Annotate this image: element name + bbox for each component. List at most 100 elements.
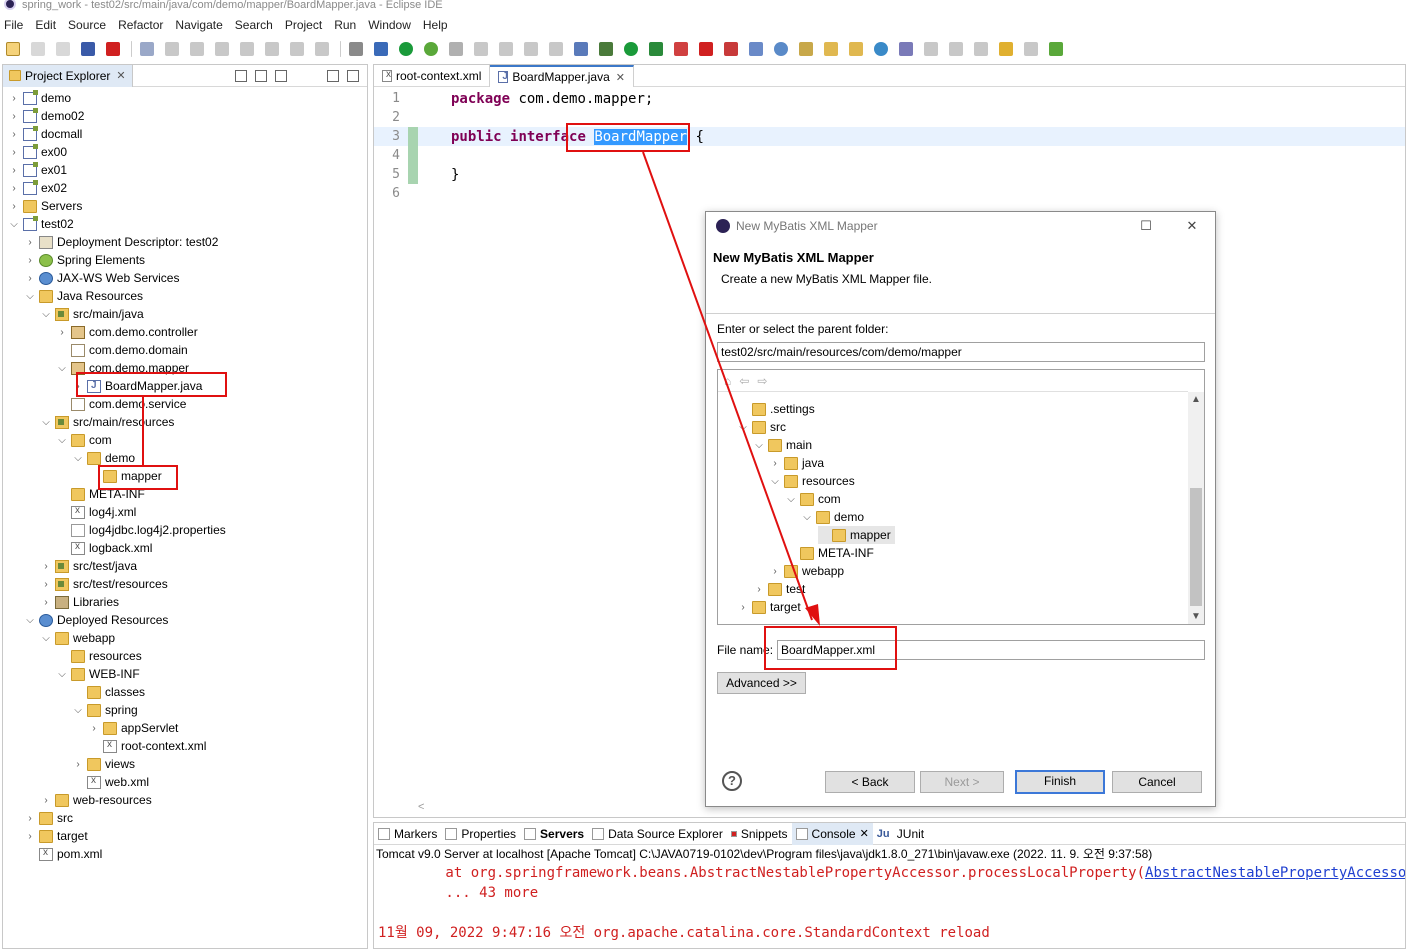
tab-console[interactable]: Console ✕ (791, 823, 873, 845)
folder-tree-item[interactable]: › target (738, 598, 805, 616)
menu-run[interactable]: Run (334, 18, 356, 32)
chevron-up-icon[interactable]: ▲ (1191, 394, 1201, 405)
chevron-right-icon[interactable]: › (41, 561, 51, 572)
folder-tree-item[interactable]: ⌵ com (786, 490, 845, 508)
close-icon[interactable]: ✕ (860, 827, 869, 840)
chevron-right-icon[interactable]: › (9, 201, 19, 212)
tree-item[interactable]: › Deployment Descriptor: test02 (25, 233, 218, 251)
tab-snippets[interactable]: Snippets (727, 823, 792, 845)
chevron-right-icon[interactable]: › (9, 111, 19, 122)
chevron-right-icon[interactable]: › (57, 327, 67, 338)
chevron-right-icon[interactable]: › (9, 183, 19, 194)
start-server-icon[interactable] (399, 42, 413, 56)
folder-tree-item[interactable]: mapper (818, 526, 895, 544)
folder-tree-item[interactable]: .settings (738, 400, 819, 418)
next-button[interactable]: Next > (920, 771, 1004, 793)
forward-arrow-icon[interactable]: ⇨ (757, 374, 767, 388)
chevron-down-icon[interactable]: ⌵ (9, 219, 19, 230)
menu-help[interactable]: Help (423, 18, 448, 32)
chevron-right-icon[interactable]: › (9, 129, 19, 140)
tree-item[interactable]: › docmall (9, 125, 82, 143)
mark-occurrences-icon[interactable] (899, 42, 913, 56)
chevron-right-icon[interactable]: › (25, 255, 35, 266)
chevron-right-icon[interactable]: › (738, 602, 748, 613)
finish-button[interactable]: Finish (1015, 770, 1105, 794)
chevron-right-icon[interactable]: › (770, 566, 780, 577)
terminal-icon[interactable] (81, 42, 95, 56)
maximize-icon[interactable]: ☐ (1123, 218, 1169, 234)
tree-item[interactable]: › JAX-WS Web Services (25, 269, 179, 287)
new-class-icon[interactable] (774, 42, 788, 56)
chevron-down-icon[interactable]: ⌵ (73, 705, 83, 716)
profile-icon[interactable] (724, 42, 738, 56)
link-with-editor-icon[interactable] (255, 69, 267, 82)
tree-item[interactable]: › ex02 (9, 179, 67, 197)
chevron-right-icon[interactable]: › (73, 759, 83, 770)
disconnect-icon[interactable] (240, 42, 254, 56)
tree-item[interactable]: ⌵ Java Resources (25, 287, 143, 305)
stop-icon[interactable] (699, 42, 713, 56)
globe-icon[interactable] (874, 42, 888, 56)
chevron-right-icon[interactable]: › (9, 93, 19, 104)
cancel-button[interactable]: Cancel (1112, 771, 1202, 793)
folder-tree-item[interactable]: ⌵ demo (802, 508, 868, 526)
tree-item[interactable]: log4jdbc.log4j2.properties (57, 521, 226, 539)
chevron-down-icon[interactable]: ⌵ (802, 512, 812, 523)
chevron-down-icon[interactable]: ▼ (1191, 611, 1201, 622)
parent-folder-input[interactable]: test02/src/main/resources/com/demo/mappe… (717, 342, 1205, 362)
scrollbar-thumb[interactable] (1190, 488, 1202, 606)
menu-refactor[interactable]: Refactor (118, 18, 163, 32)
view-menu-icon[interactable] (315, 70, 319, 82)
chevron-down-icon[interactable]: ⌵ (754, 440, 764, 451)
chevron-right-icon[interactable]: › (25, 273, 35, 284)
tree-item[interactable]: › target (25, 827, 87, 845)
menu-navigate[interactable]: Navigate (175, 18, 222, 32)
drop-to-frame-icon[interactable] (349, 42, 363, 56)
home-icon[interactable]: ⌂ (724, 374, 731, 388)
use-step-filters-icon[interactable] (374, 42, 388, 56)
tree-item[interactable]: com.demo.domain (57, 341, 188, 359)
outline-icon[interactable] (524, 42, 538, 56)
tree-item[interactable]: › src (25, 809, 73, 827)
folder-tree-item[interactable]: › webapp (770, 562, 848, 580)
tree-item[interactable]: › ex00 (9, 143, 67, 161)
chevron-right-icon[interactable]: › (770, 458, 780, 469)
tree-item[interactable]: › src/test/java (41, 557, 137, 575)
help-icon[interactable]: ? (722, 771, 742, 791)
save-all-icon[interactable] (56, 42, 70, 56)
step-over-icon[interactable] (290, 42, 304, 56)
open-folder-icon[interactable] (824, 42, 838, 56)
tree-item[interactable]: resources (57, 647, 142, 665)
tab-servers[interactable]: Servers (520, 823, 588, 845)
tree-item[interactable]: log4j.xml (57, 503, 136, 521)
new-spring-icon[interactable] (799, 42, 813, 56)
search-icon[interactable] (474, 42, 488, 56)
tree-scrollbar[interactable]: ▲ ▼ (1188, 392, 1204, 624)
tree-item[interactable]: › demo (9, 89, 71, 107)
close-icon[interactable]: ✕ (116, 69, 125, 82)
tree-item[interactable]: ⌵ src/main/java (41, 305, 143, 323)
previous-annotation-icon[interactable] (949, 42, 963, 56)
chevron-down-icon[interactable]: ⌵ (41, 309, 51, 320)
focus-icon[interactable] (295, 70, 307, 82)
menu-edit[interactable]: Edit (35, 18, 56, 32)
chevron-down-icon[interactable]: ⌵ (57, 363, 67, 374)
chevron-down-icon[interactable]: ⌵ (786, 494, 796, 505)
close-icon[interactable]: ✕ (1169, 218, 1215, 234)
chevron-down-icon[interactable]: ⌵ (73, 453, 83, 464)
run-icon[interactable] (624, 42, 638, 56)
console-output[interactable]: at org.springframework.beans.AbstractNes… (374, 863, 1405, 943)
parent-folder-tree[interactable]: ⌂ ⇦ ⇨ .settings ⌵ src ⌵ main › java ⌵ resources ⌵… (717, 369, 1205, 625)
chevron-right-icon[interactable]: › (9, 147, 19, 158)
folder-tree-item[interactable]: META-INF (786, 544, 878, 562)
toolbox-icon[interactable] (106, 42, 120, 56)
tree-item[interactable]: ⌵ test02 (9, 215, 74, 233)
debug-icon[interactable] (599, 42, 613, 56)
tab-data-source-explorer[interactable]: Data Source Explorer (588, 823, 727, 845)
tree-item[interactable]: root-context.xml (89, 737, 206, 755)
external-tools-icon[interactable] (674, 42, 688, 56)
folder-tree-item[interactable]: › test (754, 580, 809, 598)
tree-item[interactable]: › com.demo.controller (57, 323, 197, 341)
tree-item[interactable]: classes (73, 683, 145, 701)
chevron-down-icon[interactable]: ⌵ (57, 669, 67, 680)
